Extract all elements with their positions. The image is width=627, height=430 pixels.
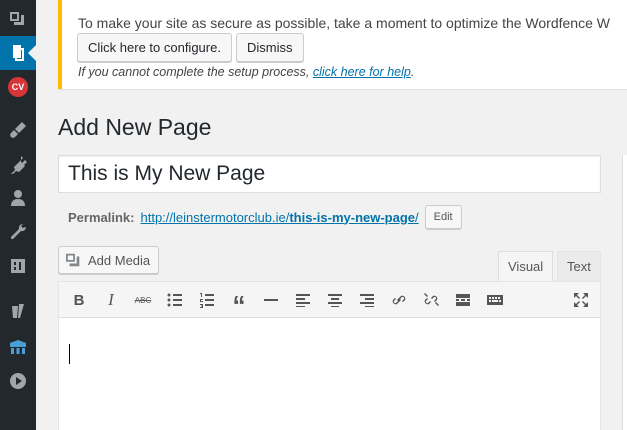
wordfence-icon <box>10 340 26 354</box>
editor-toolbar: B I ABC “ <box>59 282 600 320</box>
permalink-edit-button[interactable]: Edit <box>424 205 462 229</box>
add-media-button[interactable]: Add Media <box>58 246 160 274</box>
users-icon <box>11 190 25 206</box>
sidebar-item-media[interactable] <box>0 2 36 36</box>
notice-help-text: If you cannot complete the setup process… <box>78 65 414 79</box>
sidebar-item-appearance[interactable] <box>0 113 36 147</box>
align-center-icon[interactable] <box>322 287 348 313</box>
page-title: Add New Page <box>58 114 212 140</box>
help-link[interactable]: click here for help <box>313 65 411 79</box>
media-icon <box>10 12 24 25</box>
insert-link-icon[interactable] <box>386 287 412 313</box>
wordfence-notice: To make your site as secure as possible,… <box>58 0 627 89</box>
yoast-icon <box>12 304 24 318</box>
toolbar-toggle-icon[interactable] <box>482 287 508 313</box>
permalink-trailing: / <box>415 209 419 225</box>
permalink-row: Permalink: http://leinstermotorclub.ie/t… <box>68 205 462 229</box>
align-right-icon[interactable] <box>354 287 380 313</box>
sidebar-item-pages[interactable] <box>0 36 36 70</box>
permalink-slug: this-is-my-new-page <box>289 209 416 225</box>
tab-visual[interactable]: Visual <box>498 251 554 281</box>
bold-icon[interactable]: B <box>66 287 92 313</box>
sidebar-item-media-player[interactable] <box>0 364 36 398</box>
settings-icon <box>11 259 25 273</box>
sidebar-item-tools[interactable] <box>0 215 36 249</box>
help-prefix: If you cannot complete the setup process… <box>78 65 313 79</box>
appearance-icon <box>10 122 26 138</box>
cv-badge-icon: CV <box>8 77 28 97</box>
text-cursor <box>69 344 70 364</box>
admin-sidebar: CV <box>0 0 36 430</box>
horizontal-rule-icon[interactable] <box>258 287 284 313</box>
dismiss-button[interactable]: Dismiss <box>236 33 304 62</box>
italic-icon[interactable]: I <box>98 287 124 313</box>
fullscreen-icon[interactable] <box>568 287 594 313</box>
sidebar-item-wordfence[interactable] <box>0 330 36 364</box>
add-media-icon <box>66 253 80 267</box>
numbered-list-icon[interactable] <box>194 287 220 313</box>
permalink-base: http://leinstermotorclub.ie/ <box>140 209 290 225</box>
permalink-link[interactable]: http://leinstermotorclub.ie/this-is-my-n… <box>140 210 418 225</box>
add-media-label: Add Media <box>88 252 151 268</box>
help-suffix: . <box>410 65 415 79</box>
play-icon <box>10 373 26 389</box>
pages-icon <box>13 45 24 61</box>
remove-link-icon[interactable] <box>418 287 444 313</box>
configure-button[interactable]: Click here to configure. <box>77 33 232 62</box>
read-more-icon[interactable] <box>450 287 476 313</box>
blockquote-icon[interactable]: “ <box>226 287 252 320</box>
align-left-icon[interactable] <box>290 287 316 313</box>
sidebar-item-plugins[interactable] <box>0 147 36 181</box>
content-editor[interactable]: B I ABC “ <box>58 281 601 430</box>
sidebar-item-yoast[interactable] <box>0 294 36 328</box>
tab-text[interactable]: Text <box>557 251 601 281</box>
post-title-input[interactable]: This is My New Page <box>58 155 601 193</box>
sidebar-item-cv[interactable]: CV <box>0 70 36 104</box>
sidebar-item-settings[interactable] <box>0 249 36 283</box>
permalink-label: Permalink: <box>68 209 135 225</box>
plugins-icon <box>11 156 27 174</box>
tools-icon <box>10 223 27 240</box>
strikethrough-icon[interactable]: ABC <box>130 287 156 313</box>
notice-message: To make your site as secure as possible,… <box>78 15 610 31</box>
sidebar-item-users[interactable] <box>0 181 36 215</box>
side-panel-edge <box>622 155 627 430</box>
bullet-list-icon[interactable] <box>162 287 188 313</box>
